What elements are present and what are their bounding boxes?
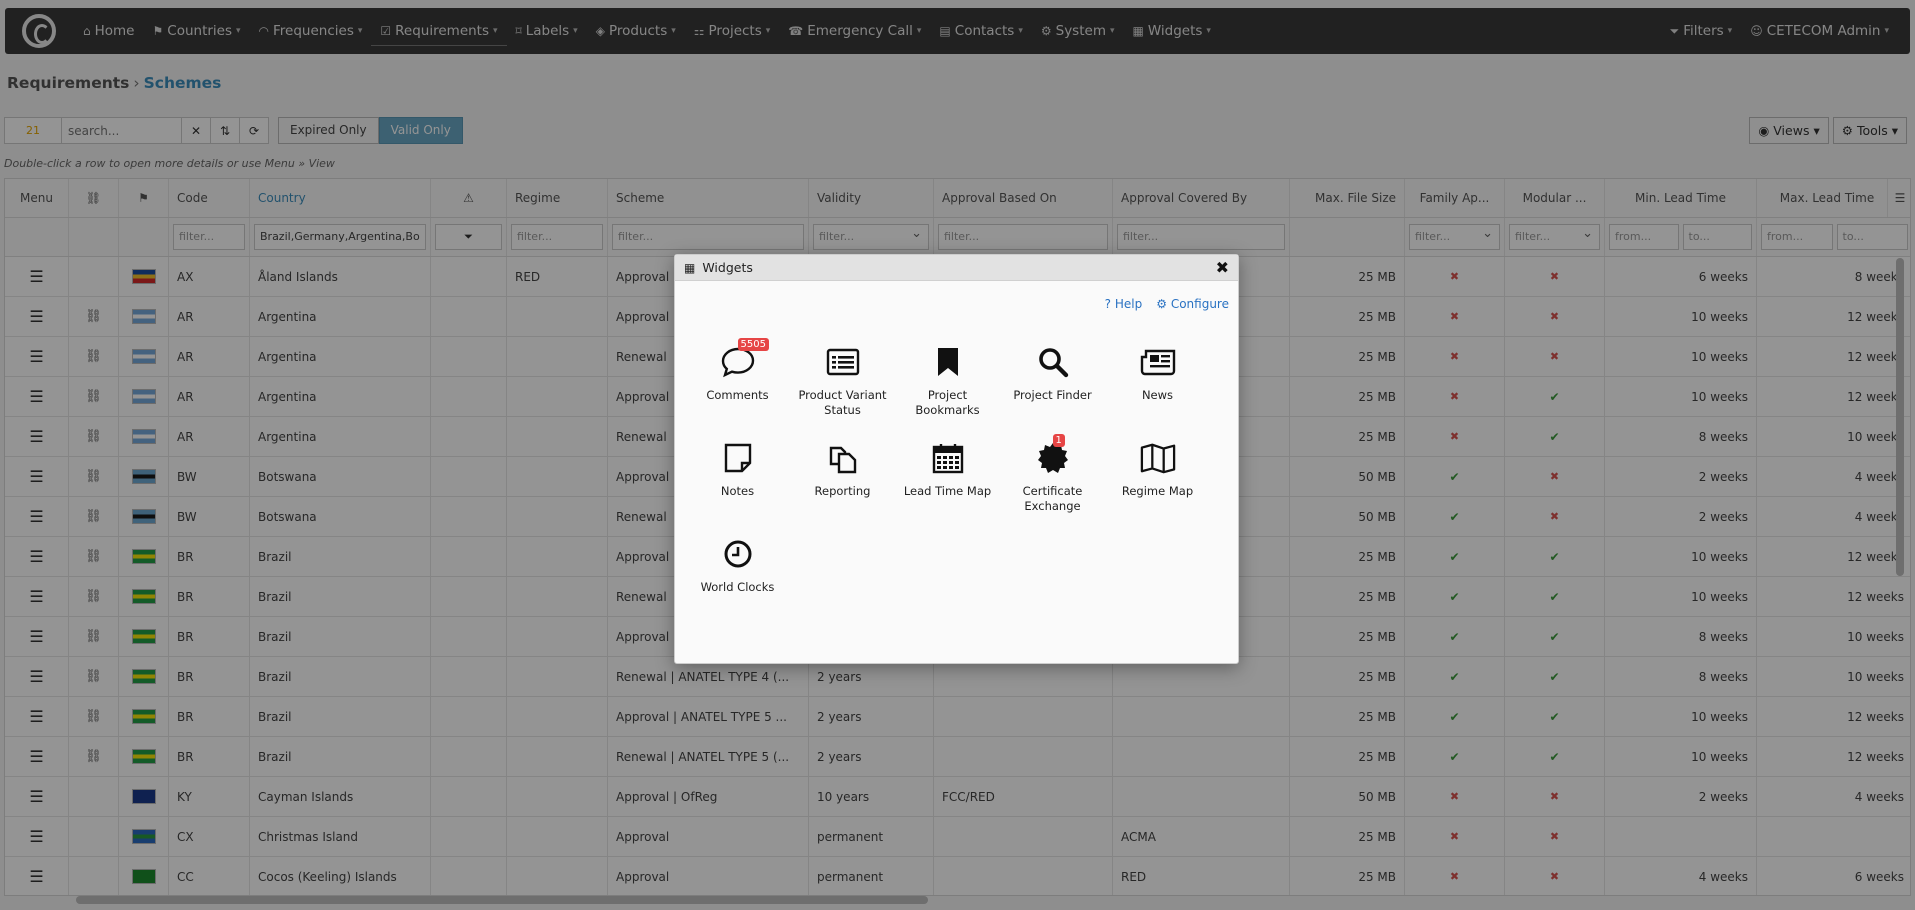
widget-lead-time-map[interactable]: Lead Time Map bbox=[895, 440, 1000, 514]
dialog-title: Widgets bbox=[702, 260, 753, 275]
widget-label: Certificate Exchange bbox=[1022, 484, 1083, 513]
widget-reporting[interactable]: Reporting bbox=[790, 440, 895, 514]
widget-news[interactable]: News bbox=[1105, 344, 1210, 418]
widget-label: Project Finder bbox=[1013, 388, 1092, 402]
list-icon bbox=[825, 344, 861, 380]
newspaper-icon bbox=[1140, 344, 1176, 380]
search-icon bbox=[1035, 344, 1071, 380]
widget-notes[interactable]: Notes bbox=[685, 440, 790, 514]
calendar-icon bbox=[930, 440, 966, 476]
question-icon: ? bbox=[1104, 297, 1112, 311]
widget-label: News bbox=[1141, 388, 1174, 402]
widget-project-bookmarks[interactable]: Project Bookmarks bbox=[895, 344, 1000, 418]
gear-icon: ⚙ bbox=[1156, 297, 1167, 311]
widgets-dialog: ▦ Widgets ✖ ? Help ⚙ Configure 5505 Comme… bbox=[674, 254, 1239, 664]
certificate-icon: 1 bbox=[1035, 434, 1071, 476]
configure-link[interactable]: ⚙ Configure bbox=[1156, 297, 1229, 311]
widget-label: Product Variant Status bbox=[798, 388, 887, 417]
widget-label: Regime Map bbox=[1121, 484, 1194, 498]
comments-icon: 5505 bbox=[720, 338, 769, 380]
widget-comments[interactable]: 5505 Comments bbox=[685, 338, 790, 418]
clock-icon bbox=[720, 536, 756, 572]
widget-label: World Clocks bbox=[700, 580, 775, 594]
copy-icon bbox=[825, 440, 861, 476]
widget-certificate-exchange[interactable]: 1 Certificate Exchange bbox=[1000, 434, 1105, 514]
note-icon bbox=[720, 440, 756, 476]
widget-label: Reporting bbox=[814, 484, 871, 498]
widget-product-variant-status[interactable]: Product Variant Status bbox=[790, 344, 895, 418]
widget-project-finder[interactable]: Project Finder bbox=[1000, 344, 1105, 418]
dialog-header: ▦ Widgets ✖ bbox=[675, 255, 1238, 281]
widget-label: Comments bbox=[706, 388, 769, 402]
bookmark-icon bbox=[930, 344, 966, 380]
widget-grid: 5505 Comments Product Variant Status Projec… bbox=[685, 338, 1225, 595]
dialog-links: ? Help ⚙ Configure bbox=[1105, 297, 1229, 311]
app: ⌂ Home ⚑ Countries ▾ ◠ Frequencies ▾ ☑ Requiremen… bbox=[0, 0, 1915, 910]
widget-label: Lead Time Map bbox=[903, 484, 992, 498]
help-link[interactable]: ? Help bbox=[1105, 297, 1143, 311]
grid-icon: ▦ bbox=[684, 260, 696, 275]
widget-badge: 1 bbox=[1052, 434, 1065, 447]
widget-badge: 5505 bbox=[737, 338, 769, 351]
map-icon bbox=[1140, 440, 1176, 476]
widget-label: Project Bookmarks bbox=[915, 388, 980, 417]
widget-label: Notes bbox=[720, 484, 755, 498]
widget-regime-map[interactable]: Regime Map bbox=[1105, 440, 1210, 514]
close-button[interactable]: ✖ bbox=[1216, 258, 1229, 277]
widget-world-clocks[interactable]: World Clocks bbox=[685, 536, 790, 595]
